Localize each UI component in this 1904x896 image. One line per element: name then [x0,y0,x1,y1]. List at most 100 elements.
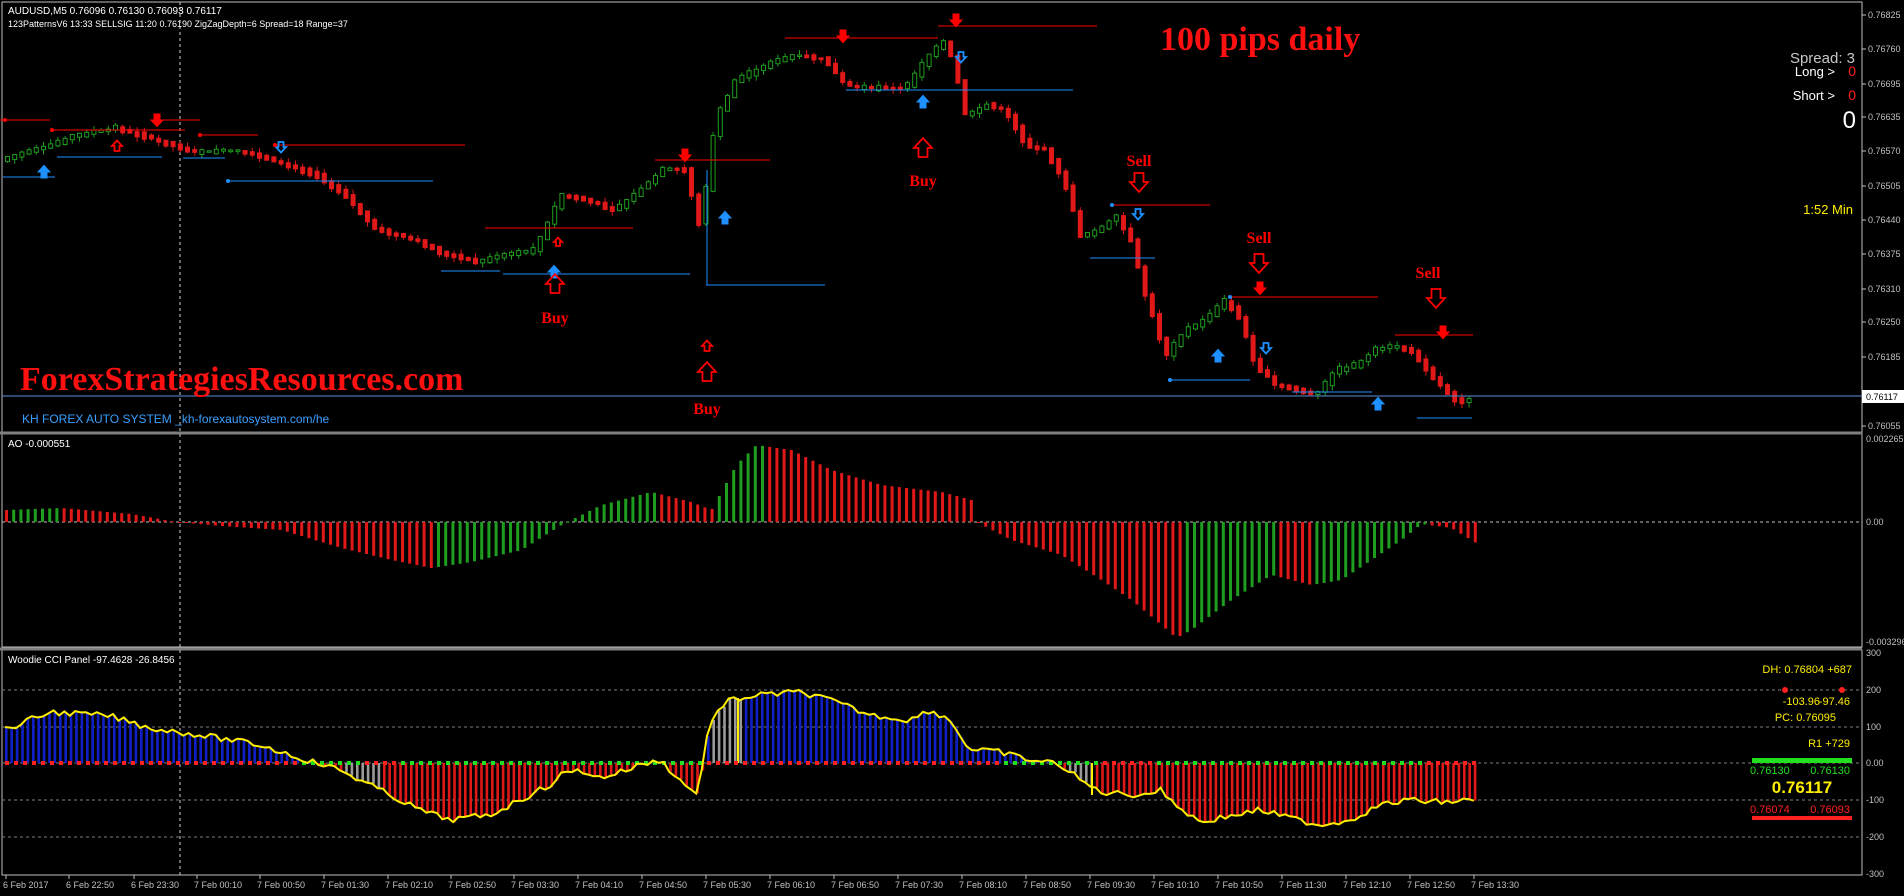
cci-bar [685,763,688,786]
cci-bar [993,749,996,763]
candle-body [732,79,738,99]
cci-zero-dot [941,761,945,765]
cci-zero-dot [1121,761,1125,765]
cci-bar [1419,763,1423,802]
cci-zero-dot [788,761,792,765]
cci-zero-dot [1373,761,1377,765]
candle-body [969,110,975,117]
ao-bar [1121,522,1124,594]
cci-bar [129,722,132,763]
candle-body [1322,380,1328,393]
cci-bar [852,706,856,763]
system-label: KH FOREX AUTO SYSTEM _kh-forexautosystem… [22,412,330,426]
sell-big-arrow-icon [1424,288,1448,310]
cci-zero-dot [995,761,999,765]
ao-bar [775,447,779,522]
cci-bar [264,747,267,763]
candle-body [1106,220,1112,230]
ao-bar [206,522,210,525]
candle-body [1034,145,1040,151]
ao-bar [1466,522,1470,539]
ao-bar [314,522,318,541]
cci-bar [1106,763,1110,796]
ao-bar [1164,522,1168,629]
ao-bar [1272,522,1276,576]
cci-bar [707,735,710,763]
cci-bar [140,727,143,763]
ao-bar [746,453,750,522]
cci-bar [480,763,483,818]
candle-body [645,181,651,190]
ao-bar [177,522,181,523]
ao-bar [278,522,282,530]
long-label: Long > [1795,64,1835,79]
ao-bar [977,522,980,524]
cci-bar [879,718,883,763]
candle-body [41,145,46,151]
ao-bar [1358,522,1362,568]
candle-body [667,167,673,172]
candle-body [559,192,565,210]
ao-bar [1430,522,1434,526]
cci-bar [939,717,942,763]
ao-bar [480,522,484,560]
sell-big-arrow-icon [1247,253,1271,275]
trading-chart[interactable]: Buy Buy Buy Sell Sell Sell AUDUSD,M5 0.76096 … [0,0,1904,896]
candle-body [797,54,802,57]
cci-zero-dot [86,761,90,765]
ao-bar [1322,522,1326,583]
cci-bar [1430,763,1434,801]
ao-bar [1027,522,1031,546]
cci-zero-dot [68,761,72,765]
cci-zero-dot [185,761,189,765]
time-tick-label: 6 Feb 23:30 [131,880,179,890]
ao-bar [465,522,469,563]
ao-bar [12,509,16,522]
candle-body [1005,107,1011,119]
candle-body [1041,146,1047,151]
ao-bar [372,522,376,556]
cci-bar [1365,763,1369,815]
cci-zero-dot [338,761,342,765]
ao-bar [365,522,368,554]
candle-body [213,148,219,155]
cci-bar [1268,763,1272,814]
cci-bar [734,697,737,763]
candle-body [1077,210,1083,238]
ao-bar [336,522,340,547]
ao-bar [1013,522,1016,541]
cci-zero-dot [1184,761,1188,765]
ao-bar [782,448,786,522]
ao-bar [1099,522,1103,580]
cci-bar [1306,763,1309,825]
cci-zero-dot [509,761,513,765]
ao-bar [552,522,556,530]
cci-bar [1225,763,1228,819]
time-axis: 6 Feb 2017 6 Feb 22:50 6 Feb 23:30 7 Feb 00… [3,875,1519,890]
cci-zero-dot [1004,761,1008,765]
cci-zero-dot [113,761,117,765]
cci-bar [1139,763,1142,796]
buy-arrow-icon [1210,348,1226,363]
ao-bar [595,507,599,522]
candle-body [12,154,18,160]
cci-price: 0.76117 [1772,778,1833,797]
ao-bar [1373,522,1376,558]
cci-zero-dot [734,761,738,765]
cci-zero-dot [374,761,378,765]
cci-zero-dot [1418,761,1422,765]
cci-bar [1360,763,1363,817]
ao-bar [545,522,548,535]
candle-body [343,188,349,199]
ao-bar [1149,522,1153,617]
cci-bar [1220,763,1223,816]
cci-zero-dot [1382,761,1386,765]
ao-bar [149,517,152,522]
cci-bar [896,719,899,763]
candle-body [1286,384,1292,391]
ao-bar [1329,522,1333,582]
cci-bar [221,741,224,763]
ao-bar [494,522,498,557]
cci-bar [1468,763,1471,800]
sell-arrow-icon [948,13,964,28]
